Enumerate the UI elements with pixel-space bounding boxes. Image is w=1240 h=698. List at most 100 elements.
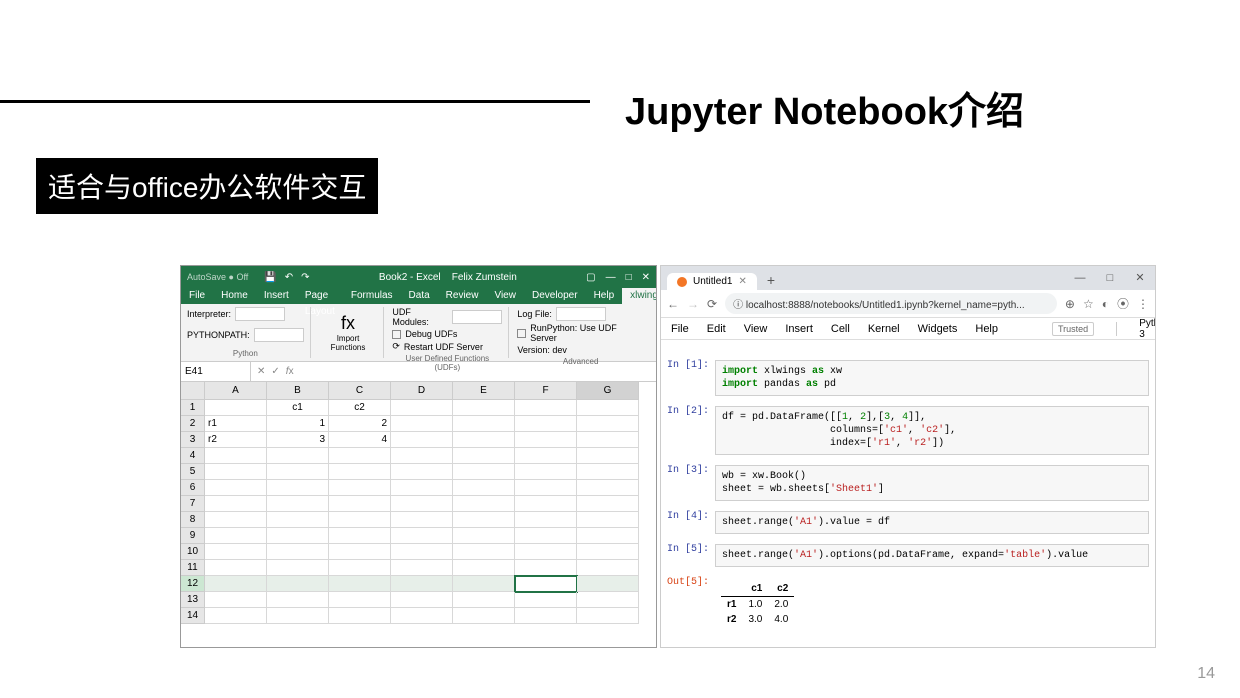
cell-E11[interactable] <box>453 560 515 576</box>
excel-tab-home[interactable]: Home <box>213 288 256 304</box>
jupyter-menu-edit[interactable]: Edit <box>707 323 726 335</box>
cell-A8[interactable] <box>205 512 267 528</box>
col-header[interactable]: G <box>577 382 639 400</box>
cell-A3[interactable]: r2 <box>205 432 267 448</box>
cell-C6[interactable] <box>329 480 391 496</box>
redo-icon[interactable]: ↷ <box>301 272 309 283</box>
row-header[interactable]: 13 <box>181 592 205 608</box>
cell-F9[interactable] <box>515 528 577 544</box>
jupyter-menu-kernel[interactable]: Kernel <box>868 323 900 335</box>
cell-E4[interactable] <box>453 448 515 464</box>
row-header[interactable]: 5 <box>181 464 205 480</box>
cell-B14[interactable] <box>267 608 329 624</box>
tab-close-icon[interactable]: ✕ <box>738 276 746 287</box>
col-header[interactable]: F <box>515 382 577 400</box>
jupyter-menu-help[interactable]: Help <box>975 323 998 335</box>
cell-D7[interactable] <box>391 496 453 512</box>
cell-C10[interactable] <box>329 544 391 560</box>
row-header[interactable]: 1 <box>181 400 205 416</box>
cell-E2[interactable] <box>453 416 515 432</box>
save-icon[interactable]: 💾 <box>264 272 276 283</box>
autosave-toggle[interactable]: AutoSave ● Off <box>187 272 248 282</box>
cell-A4[interactable] <box>205 448 267 464</box>
row-header[interactable]: 10 <box>181 544 205 560</box>
interpreter-input[interactable] <box>235 307 285 321</box>
cell-C3[interactable]: 4 <box>329 432 391 448</box>
undo-icon[interactable]: ↶ <box>285 272 293 283</box>
maximize-icon[interactable]: □ <box>626 272 632 283</box>
cell-G11[interactable] <box>577 560 639 576</box>
cell-D11[interactable] <box>391 560 453 576</box>
cell-B6[interactable] <box>267 480 329 496</box>
cell-C5[interactable] <box>329 464 391 480</box>
jupyter-menu-file[interactable]: File <box>671 323 689 335</box>
cell-C14[interactable] <box>329 608 391 624</box>
cell-D14[interactable] <box>391 608 453 624</box>
cell-B4[interactable] <box>267 448 329 464</box>
cell-B11[interactable] <box>267 560 329 576</box>
cell-A13[interactable] <box>205 592 267 608</box>
row-header[interactable]: 9 <box>181 528 205 544</box>
browser-tab[interactable]: Untitled1 ✕ <box>667 273 757 290</box>
cell-C11[interactable] <box>329 560 391 576</box>
cell-D1[interactable] <box>391 400 453 416</box>
col-header[interactable]: E <box>453 382 515 400</box>
cell-C2[interactable]: 2 <box>329 416 391 432</box>
cell-B3[interactable]: 3 <box>267 432 329 448</box>
cell-F2[interactable] <box>515 416 577 432</box>
cell-A2[interactable]: r1 <box>205 416 267 432</box>
cell-A14[interactable] <box>205 608 267 624</box>
cell-B13[interactable] <box>267 592 329 608</box>
cell-D10[interactable] <box>391 544 453 560</box>
debug-udfs-checkbox[interactable] <box>392 330 401 339</box>
cell-G5[interactable] <box>577 464 639 480</box>
cell-E10[interactable] <box>453 544 515 560</box>
name-box[interactable]: E41 <box>181 362 251 381</box>
restart-udf-label[interactable]: Restart UDF Server <box>404 342 483 352</box>
excel-tab-review[interactable]: Review <box>438 288 487 304</box>
code-cell[interactable]: sheet.range('A1').value = df <box>715 511 1149 534</box>
cell-G10[interactable] <box>577 544 639 560</box>
select-all-corner[interactable] <box>181 382 205 400</box>
cell-B9[interactable] <box>267 528 329 544</box>
zoom-icon[interactable]: ⊕ <box>1065 297 1075 311</box>
cell-F14[interactable] <box>515 608 577 624</box>
cell-C9[interactable] <box>329 528 391 544</box>
cell-A1[interactable] <box>205 400 267 416</box>
cell-C1[interactable]: c2 <box>329 400 391 416</box>
row-header[interactable]: 4 <box>181 448 205 464</box>
cell-C13[interactable] <box>329 592 391 608</box>
col-header[interactable]: B <box>267 382 329 400</box>
cell-G13[interactable] <box>577 592 639 608</box>
cell-F10[interactable] <box>515 544 577 560</box>
excel-tab-page-layout[interactable]: Page Layout <box>297 288 343 304</box>
row-header[interactable]: 14 <box>181 608 205 624</box>
bookmark-icon[interactable]: ☆ <box>1083 297 1094 311</box>
cell-B1[interactable]: c1 <box>267 400 329 416</box>
row-header[interactable]: 6 <box>181 480 205 496</box>
cell-D12[interactable] <box>391 576 453 592</box>
cell-E1[interactable] <box>453 400 515 416</box>
cell-C4[interactable] <box>329 448 391 464</box>
cell-A11[interactable] <box>205 560 267 576</box>
fx-button-icon[interactable]: fx <box>286 366 294 377</box>
cell-B5[interactable] <box>267 464 329 480</box>
cell-F6[interactable] <box>515 480 577 496</box>
cell-F12[interactable] <box>515 576 577 592</box>
code-cell[interactable]: df = pd.DataFrame([[1, 2],[3, 4]], colum… <box>715 406 1149 455</box>
col-header[interactable]: A <box>205 382 267 400</box>
cell-E13[interactable] <box>453 592 515 608</box>
runpython-checkbox[interactable] <box>517 329 526 338</box>
cell-D6[interactable] <box>391 480 453 496</box>
udf-modules-input[interactable] <box>452 310 502 324</box>
cell-B8[interactable] <box>267 512 329 528</box>
excel-tab-file[interactable]: File <box>181 288 213 304</box>
logfile-input[interactable] <box>556 307 606 321</box>
excel-tab-view[interactable]: View <box>486 288 524 304</box>
row-header[interactable]: 7 <box>181 496 205 512</box>
cell-D5[interactable] <box>391 464 453 480</box>
cell-E3[interactable] <box>453 432 515 448</box>
excel-tab-developer[interactable]: Developer <box>524 288 586 304</box>
extension-icon[interactable]: ◐ <box>1102 297 1109 311</box>
row-header[interactable]: 2 <box>181 416 205 432</box>
